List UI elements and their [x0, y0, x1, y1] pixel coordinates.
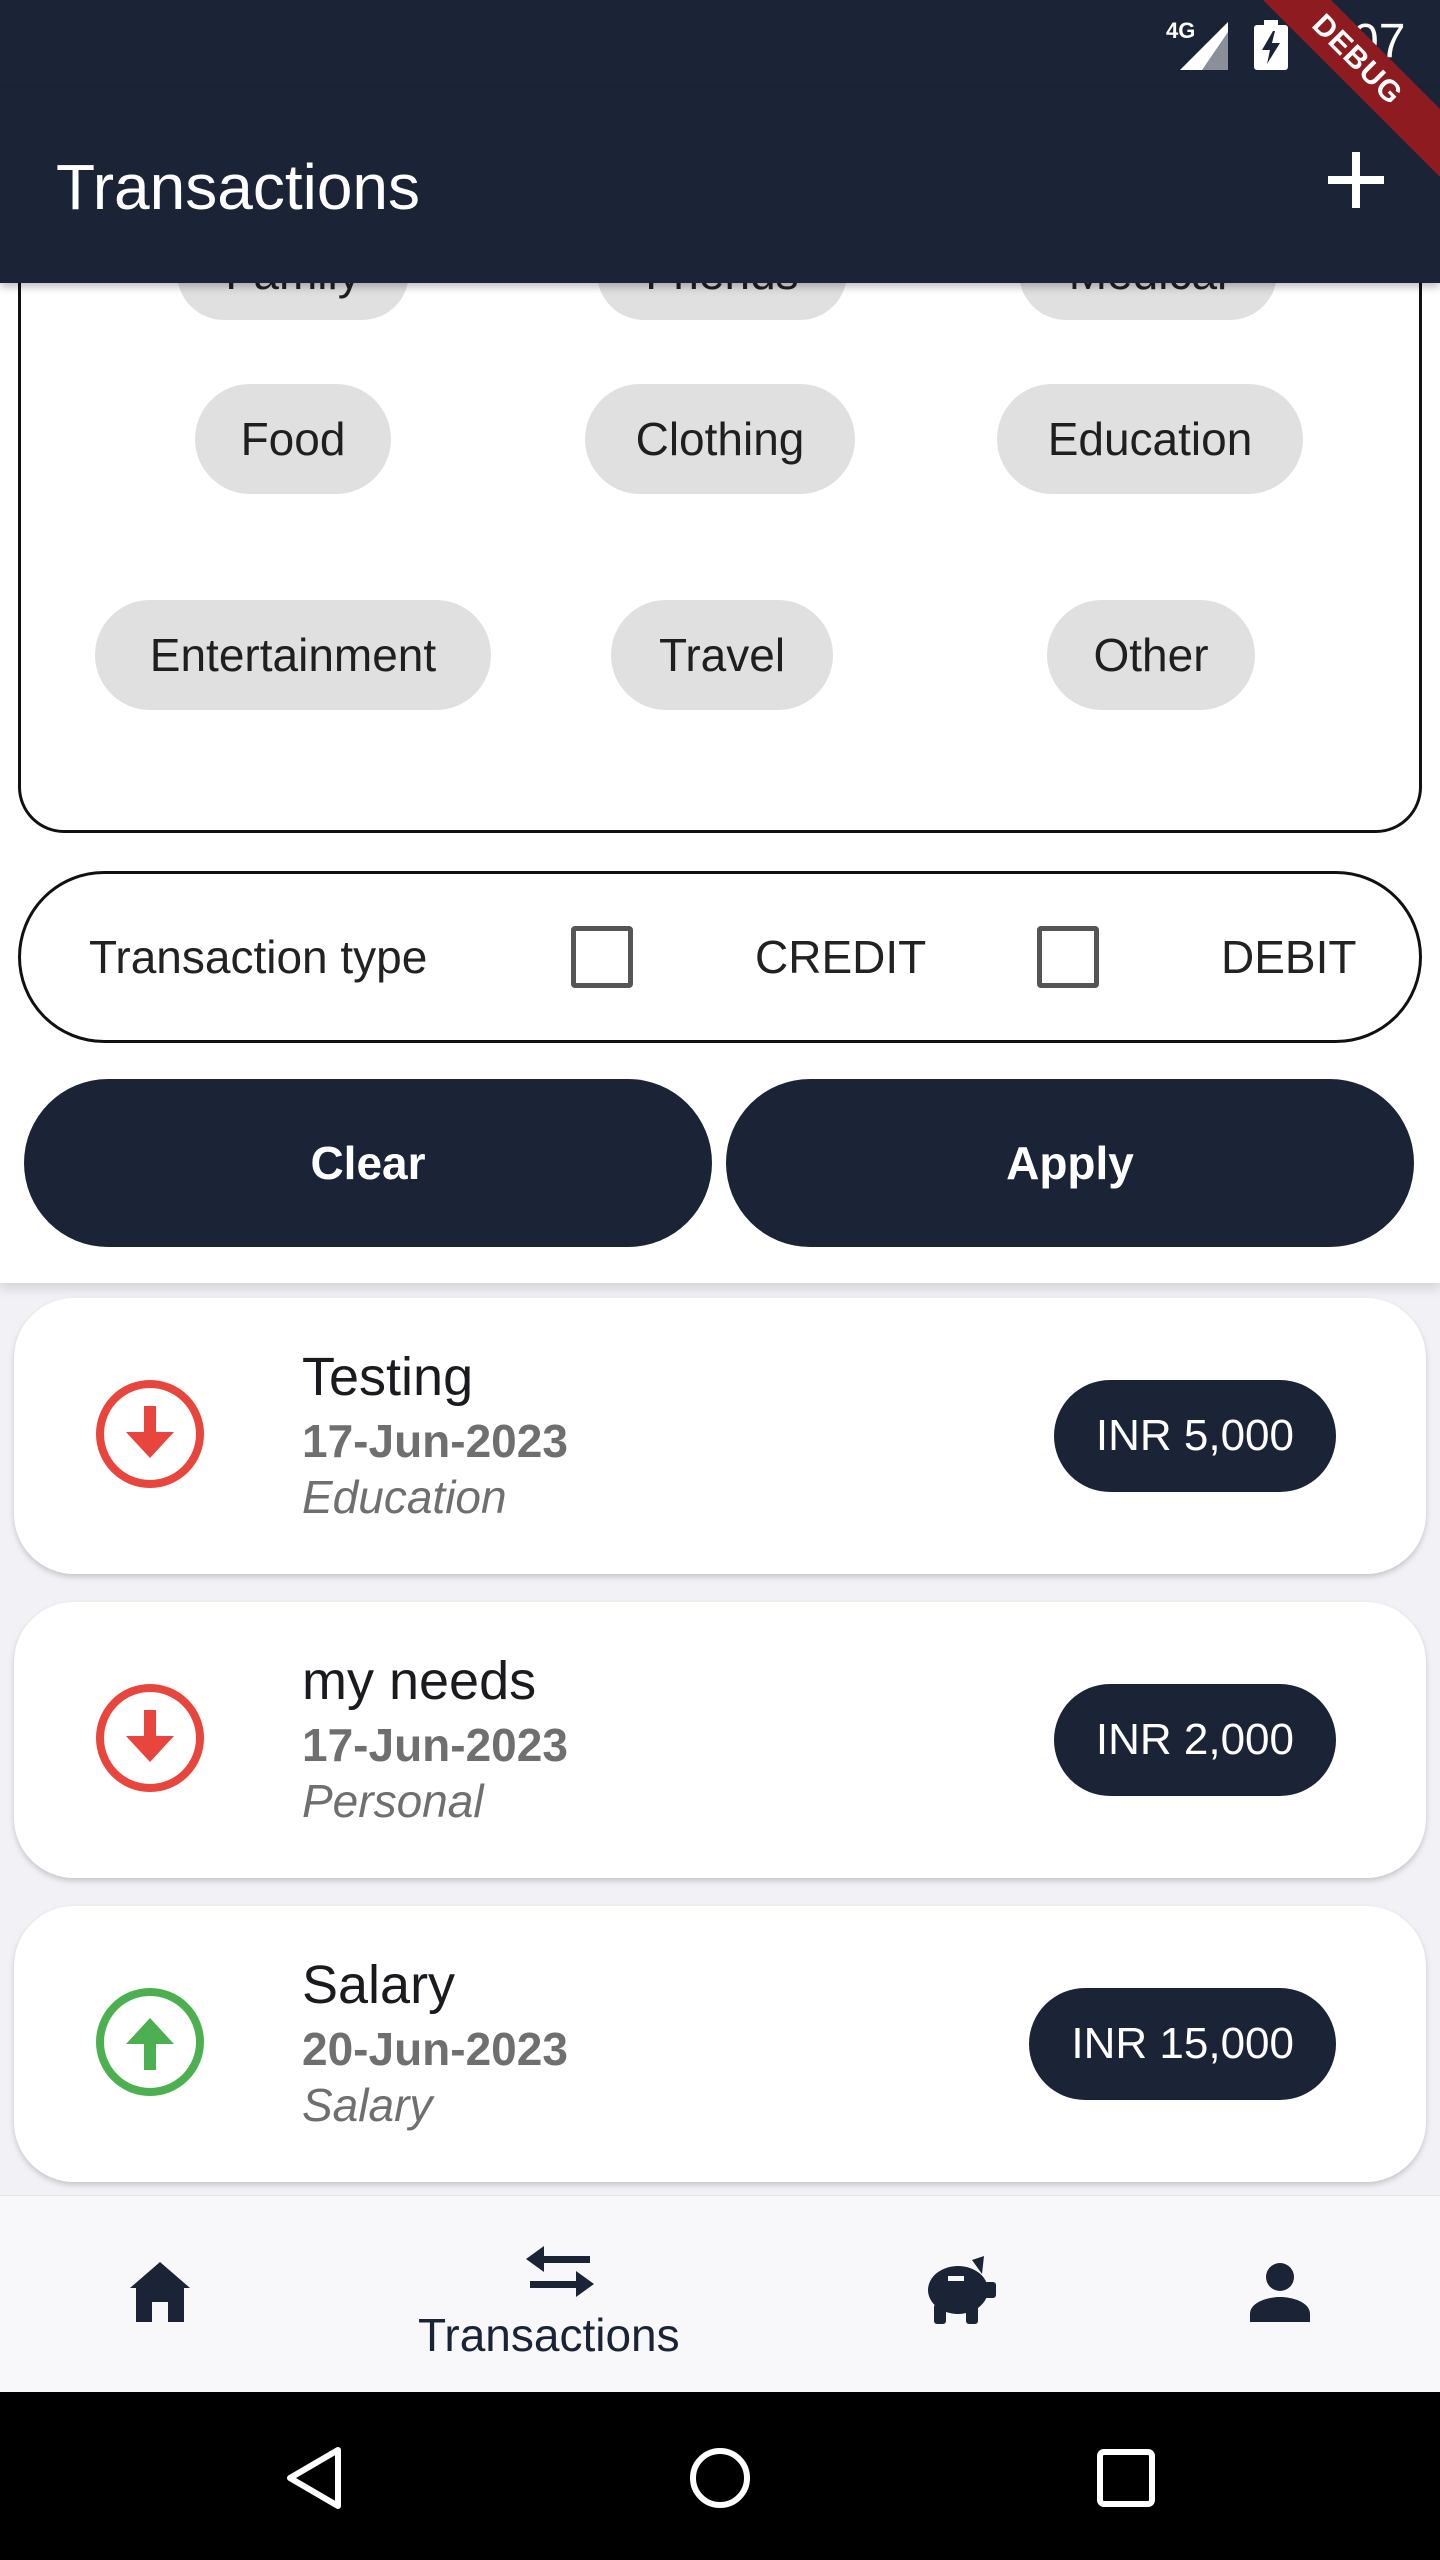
transaction-amount: INR 5,000 [1053, 1380, 1336, 1492]
recents-icon[interactable] [1096, 2448, 1156, 2508]
arrow-down-circle-icon [96, 1380, 204, 1488]
add-icon[interactable] [1322, 146, 1390, 214]
transaction-card[interactable]: Testing 17-Jun-2023 Education INR 5,000 [14, 1298, 1426, 1574]
chip-entertainment[interactable]: Entertainment [95, 600, 491, 710]
transaction-amount: INR 15,000 [1029, 1988, 1336, 2100]
transaction-title: Testing [302, 1347, 474, 1407]
status-bar: 4G 7:07 [0, 0, 1440, 88]
back-icon[interactable] [286, 2446, 342, 2510]
transaction-category: Education [302, 1471, 507, 1523]
clear-button[interactable]: Clear [24, 1079, 712, 1247]
credit-checkbox[interactable] [571, 926, 633, 988]
chip-food[interactable]: Food [195, 384, 391, 494]
transaction-title: Salary [302, 1955, 456, 2015]
filter-panel: Family Friends Medical Food Clothing Edu… [0, 223, 1440, 1283]
transfer-icon[interactable] [526, 2246, 594, 2298]
transaction-category: Salary [302, 2079, 433, 2131]
chip-education[interactable]: Education [997, 384, 1303, 494]
bottom-navigation: Transactions [0, 2195, 1440, 2392]
transaction-card[interactable]: Salary 20-Jun-2023 Salary INR 15,000 [14, 1906, 1426, 2182]
signal-icon [1180, 22, 1228, 70]
transaction-date: 17-Jun-2023 [302, 1415, 568, 1467]
debit-checkbox[interactable] [1037, 926, 1099, 988]
chip-clothing[interactable]: Clothing [585, 384, 855, 494]
transaction-title: my needs [302, 1651, 537, 1711]
transaction-date: 17-Jun-2023 [302, 1719, 568, 1771]
transaction-type-label: Transaction type [89, 931, 428, 983]
debit-label: DEBIT [1221, 931, 1357, 983]
arrow-up-circle-icon [96, 1988, 204, 2096]
system-navigation-bar [0, 2392, 1440, 2560]
apply-button[interactable]: Apply [726, 1079, 1414, 1247]
transaction-type-filter: Transaction type CREDIT DEBIT [18, 871, 1422, 1043]
page-title: Transactions [56, 151, 420, 223]
transaction-amount: INR 2,000 [1053, 1684, 1336, 1796]
category-filter: Family Friends Medical Food Clothing Edu… [18, 223, 1422, 833]
piggy-bank-icon[interactable] [922, 2256, 998, 2324]
app-bar: Transactions [0, 88, 1440, 283]
credit-label: CREDIT [755, 931, 927, 983]
chip-travel[interactable]: Travel [611, 600, 833, 710]
arrow-down-circle-icon [96, 1684, 204, 1792]
home-icon[interactable] [128, 2260, 192, 2324]
chip-other[interactable]: Other [1047, 600, 1255, 710]
person-icon[interactable] [1250, 2262, 1310, 2322]
home-circle-icon[interactable] [688, 2446, 752, 2510]
transaction-card[interactable]: my needs 17-Jun-2023 Personal INR 2,000 [14, 1602, 1426, 1878]
nav-label-transactions[interactable]: Transactions [418, 2308, 680, 2362]
battery-charging-icon [1254, 20, 1288, 70]
transaction-date: 20-Jun-2023 [302, 2023, 568, 2075]
transaction-category: Personal [302, 1775, 484, 1827]
